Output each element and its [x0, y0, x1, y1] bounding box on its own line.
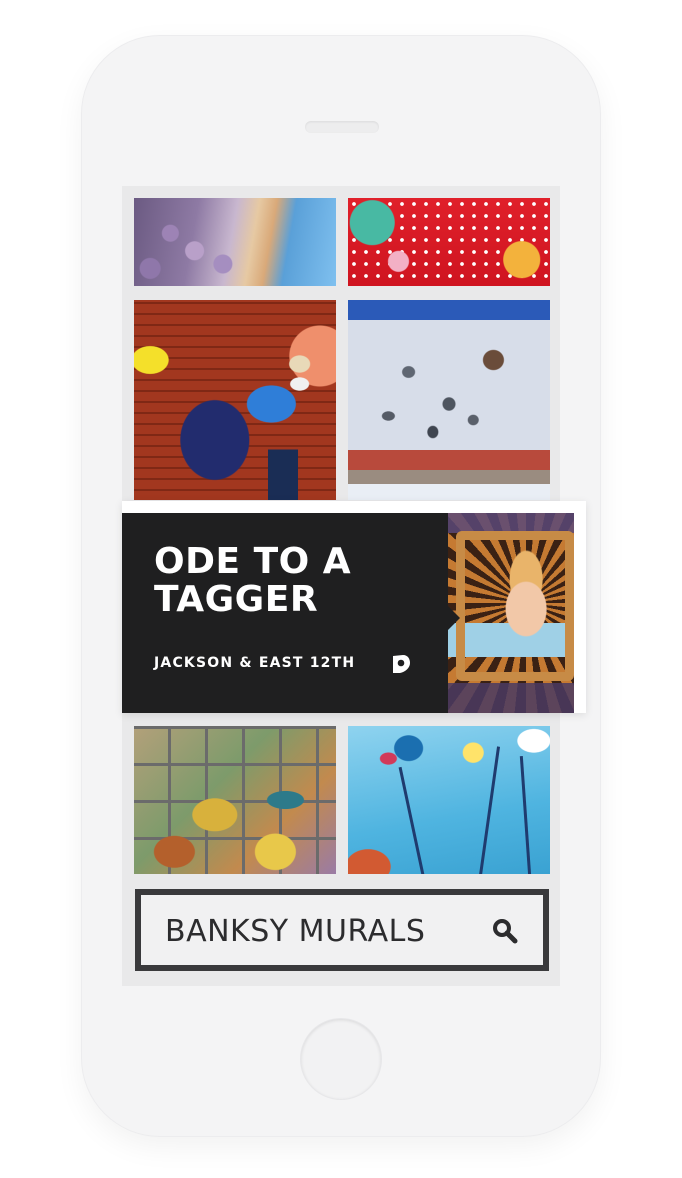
- location-pin-icon[interactable]: [390, 653, 412, 675]
- mural-thumbnail-1[interactable]: [134, 198, 336, 286]
- mural-thumbnail-2[interactable]: [348, 198, 550, 286]
- search-icon[interactable]: [491, 917, 519, 945]
- search-input[interactable]: BANKSY MURALS: [165, 915, 425, 949]
- home-button[interactable]: [301, 1019, 381, 1099]
- mural-stem: [519, 756, 532, 874]
- featured-mural-title: ODE TO A TAGGER: [154, 541, 352, 620]
- featured-image-tv-frame: [456, 531, 574, 681]
- mural-thumbnail-3[interactable]: [134, 300, 336, 500]
- featured-mural-card[interactable]: ODE TO A TAGGER JACKSON & EAST 12TH: [122, 501, 586, 713]
- featured-mural-image[interactable]: [448, 513, 574, 713]
- mural-stem: [398, 766, 425, 874]
- featured-info-panel: ODE TO A TAGGER JACKSON & EAST 12TH: [122, 513, 448, 713]
- phone-speaker: [305, 121, 379, 133]
- mural-thumbnail-6[interactable]: [348, 726, 550, 874]
- mural-stem: [478, 746, 501, 874]
- mural-thumbnail-5[interactable]: [134, 726, 336, 874]
- mural-thumbnail-4[interactable]: [348, 300, 550, 500]
- featured-panel-pointer: [448, 606, 460, 630]
- featured-mural-location: JACKSON & EAST 12TH: [154, 655, 356, 671]
- app-screen: ODE TO A TAGGER JACKSON & EAST 12TH BANK…: [122, 186, 586, 986]
- search-bar[interactable]: BANKSY MURALS: [135, 889, 549, 971]
- page: ODE TO A TAGGER JACKSON & EAST 12TH BANK…: [0, 0, 682, 1178]
